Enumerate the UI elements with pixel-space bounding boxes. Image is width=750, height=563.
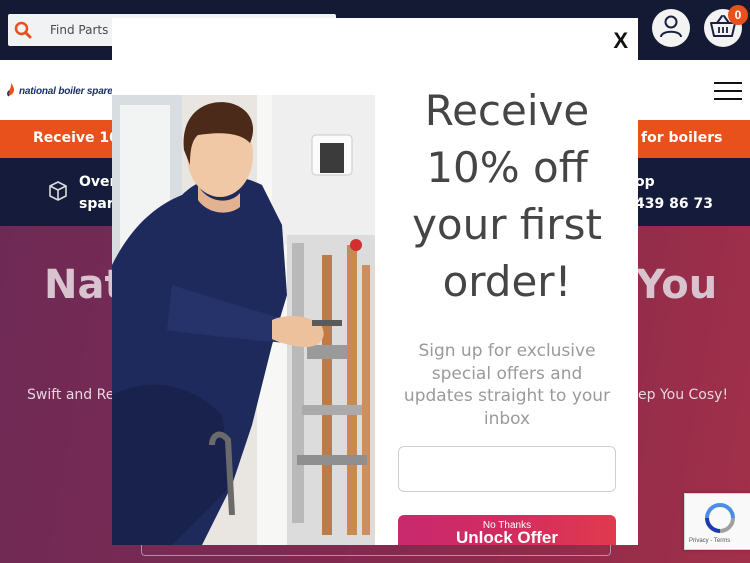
engineer-photo [112,95,375,545]
unlock-offer-label: Unlock Offer [455,528,559,545]
popup-headline: Receive 10% off your first order! [412,86,602,306]
unlock-offer-button[interactable]: No Thanks Unlock Offer [398,515,616,545]
popup-subtext: Sign up for exclusive special offers and… [403,341,611,429]
email-field[interactable] [398,446,616,492]
discount-popup: X Receive 10% off your first order! Sign… [112,18,638,545]
close-icon[interactable]: X [613,28,628,54]
